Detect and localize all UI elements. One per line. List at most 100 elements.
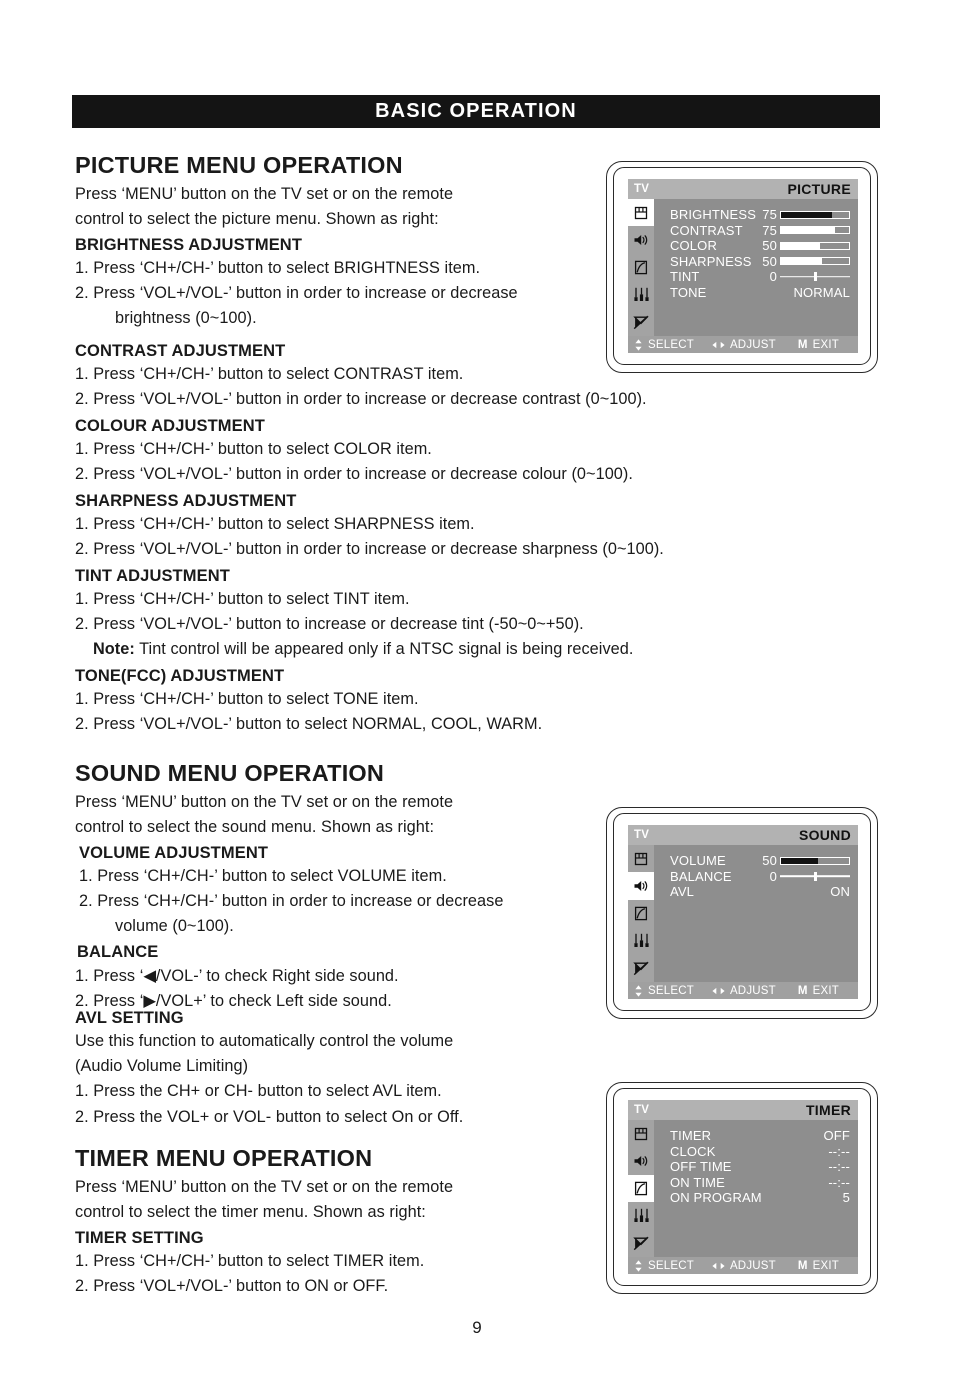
rail-item-timer-clock[interactable] [628,900,654,927]
osd-row[interactable]: BALANCE 0 [670,869,850,885]
rail-item-mute-antenna[interactable] [628,1230,654,1257]
timer-clock-icon [634,1181,648,1196]
document-page: BASIC OPERATION PICTURE MENU OPERATION P… [0,0,954,1381]
speaker-icon [633,1154,649,1168]
osd-row-meter[interactable] [780,241,850,250]
timer-setting-heading: TIMER SETTING [75,1228,204,1247]
timer-menu-heading: TIMER MENU OPERATION [75,1145,373,1171]
osd-row[interactable]: OFF TIME --:-- [670,1159,850,1175]
osd-row[interactable]: AVL ON [670,884,850,900]
sharpness-step-1: 1. Press ‘CH+/CH-’ button to select SHAR… [75,515,475,534]
osd-row-meter[interactable] [780,257,850,266]
picture-icon [634,206,648,220]
leftright-icon [712,340,725,350]
rail-item-equalizer[interactable] [628,927,654,954]
osd-row[interactable]: COLOR 50 [670,238,850,254]
osd-row-meter[interactable] [780,226,850,235]
osd-row-meter-fill [781,211,832,218]
osd-row-label: TINT [670,269,700,285]
colour-step-1: 1. Press ‘CH+/CH-’ button to select COLO… [75,440,432,459]
tint-note-label: Note: [93,640,135,659]
rail-item-picture[interactable] [628,1120,654,1147]
osd-row[interactable]: TONE NORMAL [670,285,850,301]
mute-antenna-icon [633,961,649,976]
equalizer-icon [633,287,650,302]
osd-row-value: 75 [762,207,777,223]
mute-antenna-icon [633,1236,649,1251]
tint-note: Note: Tint control will be appeared only… [75,637,765,662]
osd-row[interactable]: BRIGHTNESS 75 [670,207,850,223]
osd-row-label: CLOCK [670,1143,716,1159]
osd-header: TV PICTURE [628,179,858,199]
osd-footer-exit-label: EXIT [812,1259,840,1272]
rail-item-speaker[interactable] [628,1147,654,1174]
osd-menu-title: PICTURE [787,181,851,197]
avl-desc-line-1: Use this function to automatically contr… [75,1032,454,1051]
osd-row[interactable]: ON PROGRAM 5 [670,1190,850,1206]
rail-item-speaker[interactable] [628,226,654,253]
osd-footer-exit-label: EXIT [812,338,840,351]
rail-item-speaker[interactable] [628,872,654,900]
osd-row-meter[interactable] [780,210,850,219]
osd-row-label: SHARPNESS [670,253,752,269]
osd-row-label: ON TIME [670,1174,725,1190]
osd-row[interactable]: ON TIME --:-- [670,1175,850,1191]
sound-intro-line-2: control to select the sound menu. Shown … [75,817,435,836]
rail-item-equalizer[interactable] [628,281,654,308]
osd-row-tick-knob[interactable] [813,272,817,282]
osd-row-tick-slider[interactable] [780,871,850,881]
osd-middle: TIMER OFF CLOCK --:-- OFF TIME --:-- ON TIME --… [628,1120,858,1257]
picture-icon [634,1127,648,1141]
osd-row[interactable]: TIMER OFF [670,1128,850,1144]
rail-item-mute-antenna[interactable] [628,309,654,336]
osd-row[interactable]: CONTRAST 75 [670,223,850,239]
osd-row[interactable]: VOLUME 50 [670,853,850,869]
timer-clock-icon [634,906,648,921]
rail-item-mute-antenna[interactable] [628,955,654,982]
osd-footer: SELECT ADJUST M EXIT [628,336,858,353]
osd-source-label: TV [634,1104,650,1116]
osd-footer: SELECT ADJUST M EXIT [628,1257,858,1274]
sharpness-step-2: 2. Press ‘VOL+/VOL-’ button in order to … [75,540,664,559]
osd-row-tick-slider[interactable] [780,272,850,282]
brightness-heading: BRIGHTNESS ADJUSTMENT [75,235,303,254]
colour-heading: COLOUR ADJUSTMENT [75,417,265,435]
osd-icon-rail [628,1120,654,1257]
osd-row-label: BALANCE [670,868,732,884]
equalizer-icon [633,933,650,948]
rail-item-equalizer[interactable] [628,1202,654,1229]
osd-row-tick-knob[interactable] [813,871,817,881]
osd-row-label: TIMER [670,1128,712,1144]
sharpness-heading: SHARPNESS ADJUSTMENT [75,492,297,510]
contrast-step-2: 2. Press ‘VOL+/VOL-’ button in order to … [75,390,647,409]
volume-step-2-cont: volume (0~100). [115,917,234,936]
equalizer-icon [633,1208,650,1223]
rail-item-timer-clock[interactable] [628,254,654,281]
osd-footer-adjust-label: ADJUST [729,984,776,997]
osd-row-label: ON PROGRAM [670,1190,762,1206]
avl-step-1: 1. Press the CH+ or CH- button to select… [75,1082,442,1101]
picture-intro-line-1: Press ‘MENU’ button on the TV set or on … [75,184,454,203]
osd-middle: VOLUME 50 BALANCE 0 AVL ON [628,845,858,982]
osd-footer-exit-key: M [797,1259,808,1272]
osd-row[interactable]: TINT 0 [670,269,850,285]
osd-row[interactable]: CLOCK --:-- [670,1144,850,1160]
osd-footer-select-label: SELECT [648,984,694,997]
tone-step-1: 1. Press ‘CH+/CH-’ button to select TONE… [75,690,419,709]
tone-block: TONE(FCC) ADJUSTMENT 1. Press ‘CH+/CH-’ … [75,663,765,737]
timer-intro-line-2: control to select the timer menu. Shown … [75,1202,426,1221]
osd-footer-select-label: SELECT [648,338,694,351]
sound-menu-heading: SOUND MENU OPERATION [75,760,385,786]
rail-item-picture[interactable] [628,845,654,872]
osd-row-value: ON [830,884,850,900]
picture-menu-intro-block: PICTURE MENU OPERATION Press ‘MENU’ butt… [75,152,605,331]
osd-row-meter[interactable] [780,856,850,865]
rail-item-timer-clock[interactable] [628,1174,654,1203]
osd-middle: BRIGHTNESS 75 CONTRAST 75 COLOR 50 SHARPNESS 50… [628,199,858,336]
rail-item-picture[interactable] [628,199,654,227]
osd-row-meter-fill [781,227,836,234]
osd-footer: SELECT ADJUST M EXIT [628,982,858,999]
speaker-icon [633,879,649,893]
osd-row-value: 50 [762,853,777,869]
osd-row[interactable]: SHARPNESS 50 [670,254,850,270]
